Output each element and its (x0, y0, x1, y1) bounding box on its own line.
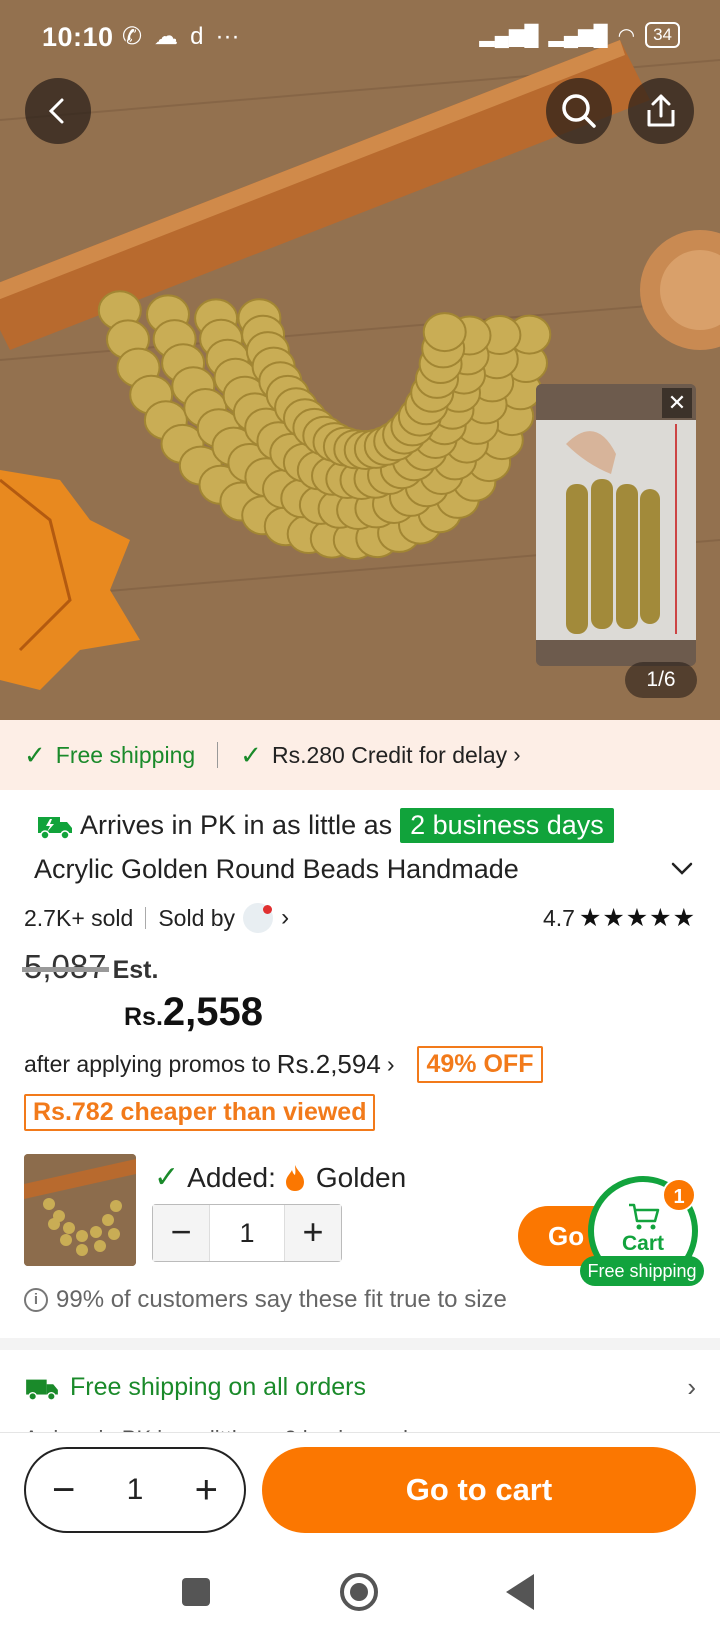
chevron-right-icon: › (386, 1051, 395, 1077)
rating[interactable]: 4.7 ★★★★★ (543, 903, 696, 933)
promo-text: after applying promos to (24, 1051, 271, 1077)
divider (217, 742, 219, 768)
strikethrough-price: 5,087 (24, 948, 107, 985)
cheaper-than-viewed-badge: Rs.782 cheaper than viewed (24, 1094, 376, 1131)
free-shipping-label: Free shipping (55, 741, 196, 768)
close-icon[interactable]: ✕ (662, 388, 692, 418)
cart-label: Cart (621, 1232, 664, 1255)
home-button[interactable] (340, 1573, 378, 1611)
search-button[interactable] (546, 78, 612, 144)
bottom-quantity-stepper: − 1 + (24, 1447, 246, 1533)
chevron-right-icon[interactable]: › (281, 904, 289, 932)
divider (145, 907, 147, 929)
share-button[interactable] (628, 78, 694, 144)
seller-avatar[interactable] (243, 903, 274, 933)
free-shipping-title: Free shipping on all orders (70, 1373, 366, 1401)
recents-button[interactable] (182, 1578, 210, 1606)
cart-count-badge: 1 (662, 1178, 696, 1212)
chevron-down-icon[interactable] (670, 856, 694, 880)
shipping-benefits-strip[interactable]: ✓ Free shipping ✓ Rs.280 Credit for dela… (0, 720, 720, 790)
cart-icon (629, 1203, 660, 1230)
go-to-cart-button[interactable]: Go to cart (262, 1447, 696, 1533)
system-navigation-bar (0, 1548, 720, 1640)
currency-symbol: Rs. (124, 1003, 163, 1031)
sales-seller-row: 2.7K+ sold Sold by › 4.7 ★★★★★ (24, 902, 696, 934)
sku-thumbnail[interactable] (24, 1154, 136, 1266)
increase-quantity-button[interactable]: + (285, 1205, 341, 1261)
increase-quantity-button[interactable]: + (195, 1470, 218, 1510)
truck-icon (26, 1379, 58, 1401)
business-days-badge: 2 business days (400, 808, 614, 843)
quantity-value[interactable]: 1 (209, 1205, 285, 1261)
quantity-stepper: − 1 + (152, 1204, 342, 1262)
check-icon: ✓ (240, 739, 262, 770)
cloud-icon: ☁ (154, 23, 179, 50)
share-icon (647, 94, 675, 127)
bead (422, 312, 467, 353)
back-button[interactable] (25, 78, 91, 144)
added-label: Added: (187, 1161, 276, 1193)
notification-letter: d (190, 22, 204, 50)
star-rating-icon: ★★★★★ (578, 904, 696, 932)
sku-thumbnail-image (24, 1154, 136, 1266)
bottom-action-bar: − 1 + Go to cart (0, 1432, 720, 1548)
search-icon (562, 94, 596, 128)
quantity-value[interactable]: 1 (127, 1473, 144, 1507)
video-thumbnail-image (536, 384, 696, 666)
promo-row[interactable]: after applying promos to Rs.2,594 › 49% … (24, 1046, 714, 1083)
check-icon: ✓ (24, 739, 46, 770)
back-nav-button[interactable] (506, 1574, 534, 1610)
wifi-icon: ◠ (617, 24, 636, 47)
current-price: Rs.2,558 (124, 990, 263, 1035)
arrives-text: Arrives in PK in as little as (80, 810, 393, 840)
chevron-right-icon: › (687, 1372, 696, 1402)
product-image-gallery[interactable]: 10:10 ✆ ☁ d ··· ▂▄▆█ ▂▄▆█ ◠ 34 ✕ 1/6 (0, 0, 720, 720)
fast-delivery-truck-icon (38, 816, 72, 840)
signal-icon-2: ▂▄▆█ (548, 24, 608, 47)
status-bar: 10:10 ✆ ☁ d ··· ▂▄▆█ ▂▄▆█ ◠ 34 (0, 0, 720, 78)
decrease-quantity-button[interactable]: − (153, 1205, 209, 1261)
price-value: 2,558 (162, 990, 264, 1034)
fit-info: i 99% of customers say these fit true to… (24, 1286, 507, 1314)
sold-by-label[interactable]: Sold by (158, 905, 235, 932)
variant-color: Golden (315, 1161, 407, 1193)
original-price: 5,087 Est. (24, 948, 158, 986)
info-icon: i (24, 1288, 48, 1312)
product-title[interactable]: Acrylic Golden Round Beads Handmade (34, 854, 664, 885)
chevron-left-icon (48, 98, 64, 124)
sold-count: 2.7K+ sold (24, 904, 134, 931)
status-time: 10:10 (42, 22, 114, 52)
signal-icon: ▂▄▆█ (479, 24, 539, 47)
added-variant: ✓ Added: Golden (154, 1160, 406, 1195)
chevron-right-icon: › (513, 742, 521, 767)
video-preview[interactable]: ✕ (536, 384, 696, 666)
promo-price: Rs.2,594 (276, 1049, 381, 1079)
estimate-label: Est. (112, 956, 159, 984)
battery-icon: 34 (645, 22, 680, 48)
rating-value: 4.7 (542, 904, 575, 931)
free-shipping-section[interactable]: Free shipping on all orders › (24, 1372, 696, 1403)
fit-text: 99% of customers say these fit true to s… (56, 1286, 507, 1313)
image-counter: 1/6 (625, 662, 697, 698)
flame-icon (285, 1164, 304, 1191)
decrease-quantity-button[interactable]: − (52, 1470, 75, 1510)
delivery-estimate: Arrives in PK in as little as 2 business… (36, 808, 614, 843)
section-divider (0, 1338, 720, 1350)
delay-credit-label: Rs.280 Credit for delay (271, 741, 508, 768)
discount-badge: 49% OFF (416, 1046, 544, 1083)
check-icon: ✓ (154, 1161, 180, 1194)
more-notifications-icon: ··· (215, 22, 240, 50)
cart-free-shipping-badge: Free shipping (580, 1256, 704, 1286)
whatsapp-icon: ✆ (122, 23, 143, 50)
